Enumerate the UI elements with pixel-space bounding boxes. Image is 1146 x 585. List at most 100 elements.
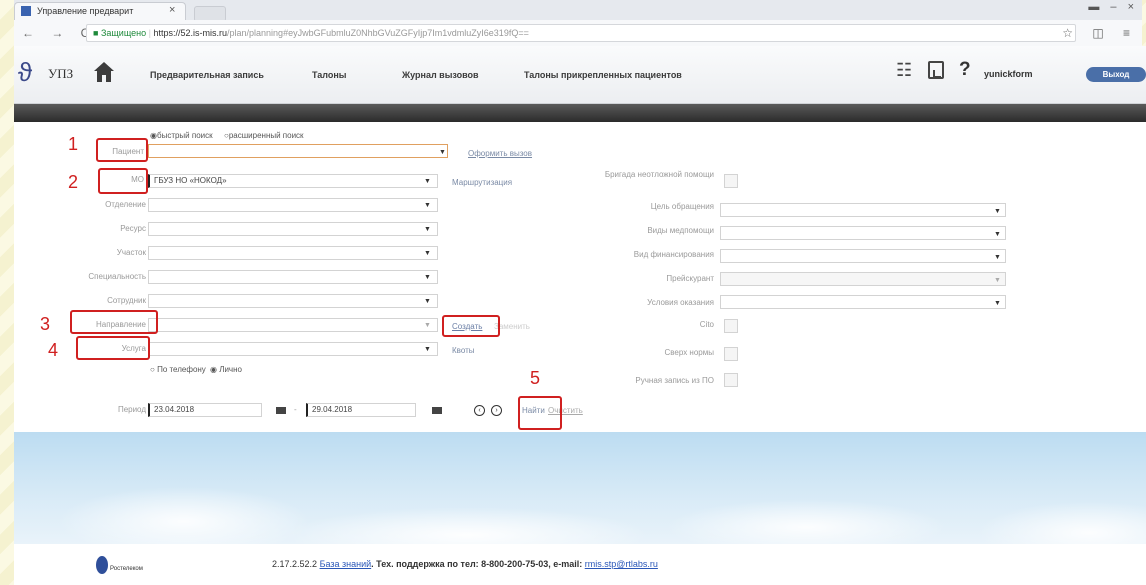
help-icon[interactable]: ? [959,59,971,81]
chevron-down-icon[interactable]: ▼ [424,346,431,353]
quick-search-radio[interactable]: ◉быстрый поиск [150,131,213,140]
browser-right-icons[interactable]: ☆ ◫ ≡ [1062,26,1138,40]
period-from-input[interactable]: 23.04.2018 [148,403,262,417]
annotation-box-create [442,315,500,337]
username: yunickform [984,69,1033,79]
department-label: Отделение [105,200,146,209]
over-norm-label: Сверх нормы [664,348,714,357]
quotas-label[interactable]: Квоты [452,346,475,355]
cito-label: Cito [699,320,714,329]
chevron-down-icon[interactable]: ▼ [994,231,1001,238]
header-divider-bar [14,104,1146,122]
service-select[interactable] [148,342,438,356]
chevron-down-icon[interactable]: ▼ [424,274,431,281]
annotation-number-4: 4 [48,340,59,360]
chevron-down-icon[interactable]: ▼ [994,277,1001,284]
employee-label: Сотрудник [107,296,146,305]
decorative-sky-banner [14,432,1146,544]
footer-text: 2.17.2.52.2 База знаний. Тех. поддержка … [272,559,658,569]
period-label: Период [117,405,146,414]
extended-search-radio[interactable]: ○расширенный поиск [224,131,304,140]
referral-select[interactable] [148,318,438,332]
register-call-link[interactable]: Оформить вызов [468,149,532,158]
chevron-down-icon[interactable]: ▼ [439,149,446,156]
lock-icon: ■ [93,28,99,38]
period-dash: - [294,405,297,414]
report-icon[interactable] [928,61,944,79]
emergency-team-checkbox[interactable] [724,174,738,188]
care-conditions-select[interactable] [720,295,1006,309]
browser-tab[interactable]: Управление предварит × [14,2,186,20]
cito-checkbox[interactable] [724,319,738,333]
secure-label: Защищено [100,28,147,38]
prev-period-button[interactable]: ‹ [474,405,485,416]
chevron-down-icon[interactable]: ▼ [424,250,431,257]
price-list-label: Прейскурант [666,274,714,283]
personal-radio[interactable]: ◉ Лично [210,365,242,374]
checklist-icon[interactable]: ☷ [896,60,912,81]
support-email-link[interactable]: rmis.stp@rtlabs.ru [585,559,658,569]
annotation-box-referral [70,310,158,334]
annotation-box-patient [96,138,148,162]
resource-select[interactable] [148,222,438,236]
chevron-down-icon[interactable]: ▼ [424,178,431,185]
resource-label: Ресурс [120,224,146,233]
menu-attached-tickets[interactable]: Талоны прикрепленных пациентов [524,70,682,80]
chevron-down-icon[interactable]: ▼ [994,254,1001,261]
care-conditions-label: Условия оказания [647,298,714,307]
employee-select[interactable] [148,294,438,308]
menu-tickets[interactable]: Талоны [312,70,347,80]
visit-purpose-label: Цель обращения [650,202,714,211]
visit-purpose-select[interactable] [720,203,1006,217]
annotation-box-mo [98,168,148,194]
menu-call-log[interactable]: Журнал вызовов [402,70,479,80]
footer: Ростелеком 2.17.2.52.2 База знаний. Тех.… [14,544,1146,585]
manual-record-checkbox[interactable] [724,373,738,387]
url-field[interactable]: ■ Защищено | https://52.is-mis.ru/plan/p… [86,24,1076,42]
chevron-down-icon[interactable]: ▼ [424,226,431,233]
by-phone-radio[interactable]: ○ По телефону [150,365,206,374]
chevron-down-icon[interactable]: ▼ [424,298,431,305]
calendar-icon[interactable] [276,407,286,414]
app-logo-text: УПЗ [48,66,74,81]
annotation-box-service [76,336,150,360]
browser-tab-title: Управление предварит [37,6,134,16]
department-select[interactable] [148,198,438,212]
routing-label: Маршрутизация [452,178,513,187]
price-list-select[interactable] [720,272,1006,286]
chevron-down-icon[interactable]: ▼ [424,322,431,329]
calendar-icon[interactable] [432,407,442,414]
district-select[interactable] [148,246,438,260]
emergency-team-label: Бригада неотложной помощи [604,170,714,179]
over-norm-checkbox[interactable] [724,347,738,361]
logout-button[interactable]: Выход [1086,67,1146,82]
browser-address-bar: ← → C ■ Защищено | https://52.is-mis.ru/… [14,20,1142,47]
funding-type-select[interactable] [720,249,1006,263]
favicon-icon [21,6,31,16]
chevron-down-icon[interactable]: ▼ [994,300,1001,307]
care-types-label: Виды медпомощи [647,226,714,235]
support-text: . Тех. поддержка по тел: 8-800-200-75-03… [371,559,583,569]
menu-preliminary-record[interactable]: Предварительная запись [150,70,264,80]
home-icon[interactable] [93,61,115,83]
manual-record-label: Ручная запись из ПО [635,376,714,385]
care-types-select[interactable] [720,226,1006,240]
app-header: ϑ УПЗ Предварительная запись Талоны Журн… [14,46,1146,104]
next-period-button[interactable]: › [491,405,502,416]
patient-select[interactable] [148,144,448,158]
district-label: Участок [116,248,146,257]
annotation-number-5: 5 [530,368,541,388]
rostelecom-logo-icon [96,556,108,574]
specialty-select[interactable] [148,270,438,284]
close-tab-icon[interactable]: × [169,4,175,16]
window-controls[interactable]: ▬ – × [1088,1,1138,13]
period-to-input[interactable]: 29.04.2018 [306,403,416,417]
url-path: /plan/planning#eyJwbGFubmluZ0NhbGVuZGFyI… [227,28,529,38]
mo-select[interactable]: ГБУЗ НО «НОКОД» [148,174,438,188]
url-base: https://52.is-mis.ru [153,28,228,38]
search-form: ◉быстрый поиск ○расширенный поиск Пациен… [14,122,1146,432]
knowledge-base-link[interactable]: База знаний [320,559,372,569]
chevron-down-icon[interactable]: ▼ [424,202,431,209]
chevron-down-icon[interactable]: ▼ [994,208,1001,215]
quick-search-label: быстрый поиск [156,131,213,140]
